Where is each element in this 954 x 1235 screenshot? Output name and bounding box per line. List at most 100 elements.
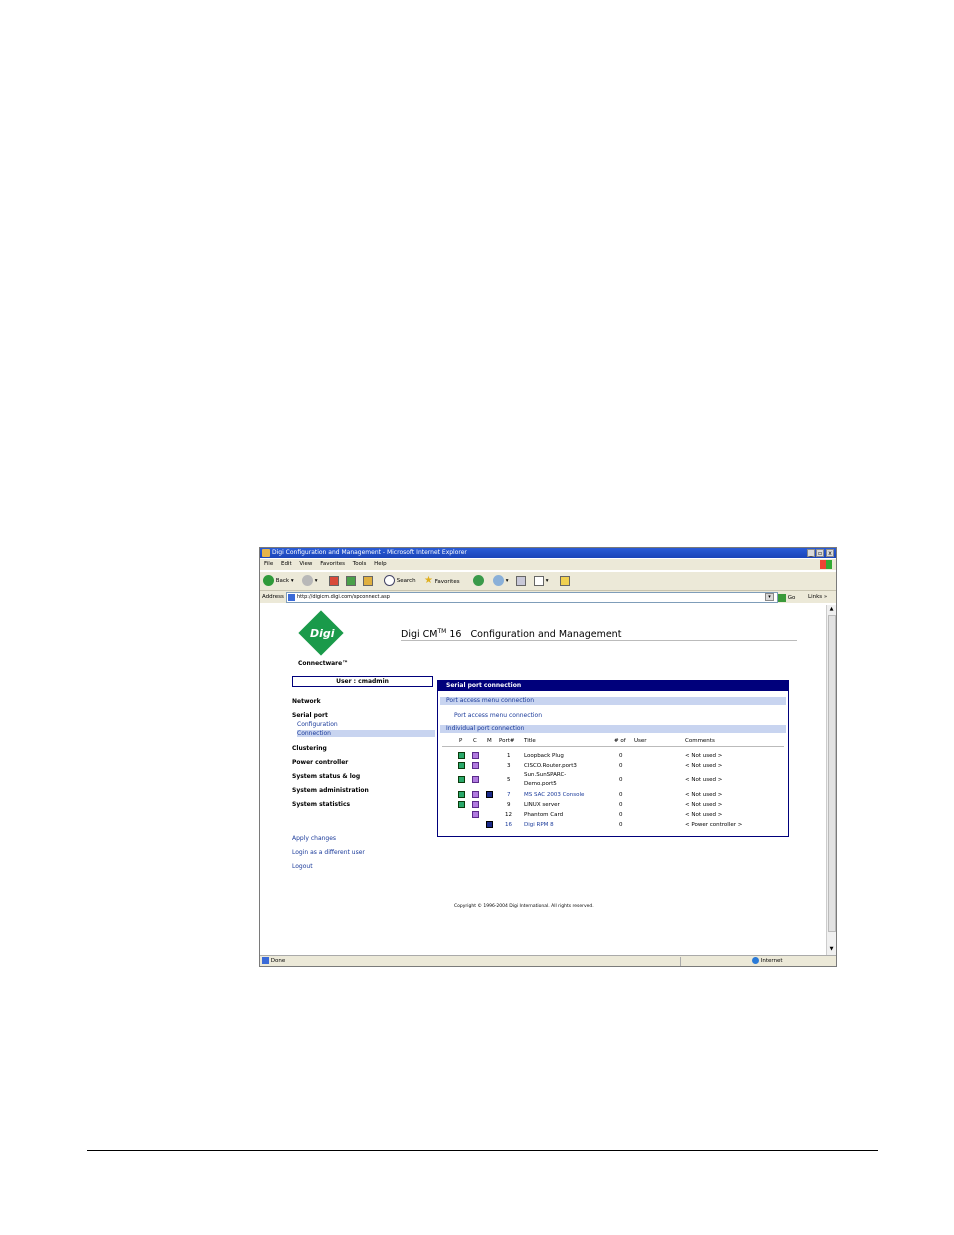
section-individual-port: Individual port connection	[440, 725, 786, 733]
port-p-icon[interactable]	[458, 776, 465, 783]
row4-title[interactable]: MS SAC 2003 Console	[524, 792, 584, 798]
favorites-button[interactable]: ★ Favorites	[424, 575, 460, 587]
scroll-up-icon[interactable]: ▲	[828, 606, 835, 613]
toolbar: Back ▾ ▾ Search ★ Favorites ▾ ▾	[260, 571, 836, 591]
windows-flag-icon	[820, 560, 832, 569]
row6-title: Phantom Card	[524, 812, 564, 818]
minimize-button[interactable]: _	[807, 549, 815, 557]
port-c-icon[interactable]	[472, 762, 479, 769]
row3-comment: < Not used >	[685, 777, 723, 783]
row7-port[interactable]: 16	[505, 822, 512, 828]
refresh-button[interactable]	[346, 575, 356, 587]
close-button[interactable]: x	[826, 549, 834, 557]
title-divider	[401, 640, 797, 641]
maximize-button[interactable]: ▫	[816, 549, 824, 557]
nav-connection[interactable]: Connection	[297, 730, 435, 737]
row6-port: 12	[505, 812, 512, 818]
back-button[interactable]: Back ▾	[263, 575, 294, 587]
menu-help[interactable]: Help	[374, 561, 387, 567]
mail-button[interactable]: ▾	[493, 575, 509, 587]
nav-power-controller[interactable]: Power controller	[292, 759, 348, 766]
menu-tools[interactable]: Tools	[353, 561, 367, 567]
address-url: http://digicm.digi.com/spconnect.asp	[297, 594, 390, 600]
section-port-access-label: Port access menu connection	[446, 697, 535, 704]
port-access-menu-link[interactable]: Port access menu connection	[454, 712, 542, 719]
go-arrow-icon	[778, 593, 786, 602]
nav-serial-port[interactable]: Serial port	[292, 712, 328, 719]
serial-port-connection-panel: Serial port connection Port access menu …	[437, 680, 789, 837]
menu-edit[interactable]: Edit	[281, 561, 292, 567]
scroll-down-icon[interactable]: ▼	[828, 946, 835, 953]
logo-subtitle: Connectware™	[298, 660, 349, 667]
row3-num: 0	[619, 777, 623, 783]
nav-clustering[interactable]: Clustering	[292, 745, 327, 752]
nav-network[interactable]: Network	[292, 698, 321, 705]
vertical-scrollbar[interactable]: ▲ ▼	[826, 605, 836, 955]
page-status-icon	[262, 957, 269, 964]
nav-system-administration[interactable]: System administration	[292, 787, 369, 794]
stop-button[interactable]	[329, 575, 339, 587]
logout-link[interactable]: Logout	[292, 863, 313, 870]
row4-port[interactable]: 7	[507, 792, 511, 798]
scroll-thumb[interactable]	[828, 615, 836, 932]
print-button[interactable]	[516, 575, 526, 587]
page-title: Digi CMTM 16 Configuration and Managemen…	[401, 628, 621, 640]
port-p-icon[interactable]	[458, 752, 465, 759]
home-icon	[363, 575, 373, 586]
menu-view[interactable]: View	[299, 561, 312, 567]
nav-system-statistics[interactable]: System statistics	[292, 801, 350, 808]
links-label: Links	[808, 594, 823, 600]
port-m-icon[interactable]	[486, 791, 493, 798]
row5-num: 0	[619, 802, 623, 808]
search-button[interactable]: Search	[384, 575, 416, 587]
edit-button[interactable]: ▾	[534, 575, 549, 587]
user-box: User : cmadmin	[292, 676, 433, 687]
col-c: C	[473, 738, 477, 744]
home-button[interactable]	[363, 575, 373, 587]
refresh-icon	[346, 575, 356, 586]
search-label: Search	[396, 578, 416, 584]
col-user: User	[634, 738, 647, 744]
port-c-icon[interactable]	[472, 801, 479, 808]
login-different-user-link[interactable]: Login as a different user	[292, 849, 365, 856]
menu-favorites[interactable]: Favorites	[320, 561, 345, 567]
port-c-icon[interactable]	[472, 811, 479, 818]
address-input[interactable]: http://digicm.digi.com/spconnect.asp	[286, 592, 778, 603]
header-divider	[442, 746, 784, 747]
messenger-button[interactable]	[560, 575, 570, 587]
search-icon	[384, 575, 395, 586]
favorites-label: Favorites	[434, 579, 460, 585]
address-bar: Address http://digicm.digi.com/spconnect…	[260, 591, 836, 603]
port-c-icon[interactable]	[472, 776, 479, 783]
page-icon	[288, 594, 295, 601]
col-port: Port#	[499, 738, 515, 744]
port-m-icon[interactable]	[486, 821, 493, 828]
go-button[interactable]: Go	[778, 592, 795, 604]
row2-title: CISCO.Router.port3	[524, 763, 577, 769]
links-button[interactable]: Links »	[808, 591, 827, 603]
menu-file[interactable]: File	[264, 561, 273, 567]
nav-configuration[interactable]: Configuration	[297, 721, 338, 728]
row4-num: 0	[619, 792, 623, 798]
row1-title: Loopback Plug	[524, 753, 564, 759]
apply-changes-link[interactable]: Apply changes	[292, 835, 336, 842]
port-c-icon[interactable]	[472, 791, 479, 798]
port-p-icon[interactable]	[458, 801, 465, 808]
row1-num: 0	[619, 753, 623, 759]
history-button[interactable]	[473, 575, 484, 587]
address-label: Address	[262, 594, 284, 600]
row6-comment: < Not used >	[685, 812, 723, 818]
port-c-icon[interactable]	[472, 752, 479, 759]
zone-indicator: Internet	[752, 956, 783, 966]
row2-num: 0	[619, 763, 623, 769]
row3-title: Sun.SunSPARC-	[524, 772, 567, 778]
address-dropdown-icon[interactable]: ▾	[765, 593, 774, 601]
row5-port: 9	[507, 802, 511, 808]
row7-title[interactable]: Digi RPM 8	[524, 822, 554, 828]
port-p-icon[interactable]	[458, 762, 465, 769]
col-m: M	[487, 738, 492, 744]
port-p-icon[interactable]	[458, 791, 465, 798]
forward-button[interactable]: ▾	[302, 575, 318, 587]
nav-system-status[interactable]: System status & log	[292, 773, 360, 780]
row7-num: 0	[619, 822, 623, 828]
